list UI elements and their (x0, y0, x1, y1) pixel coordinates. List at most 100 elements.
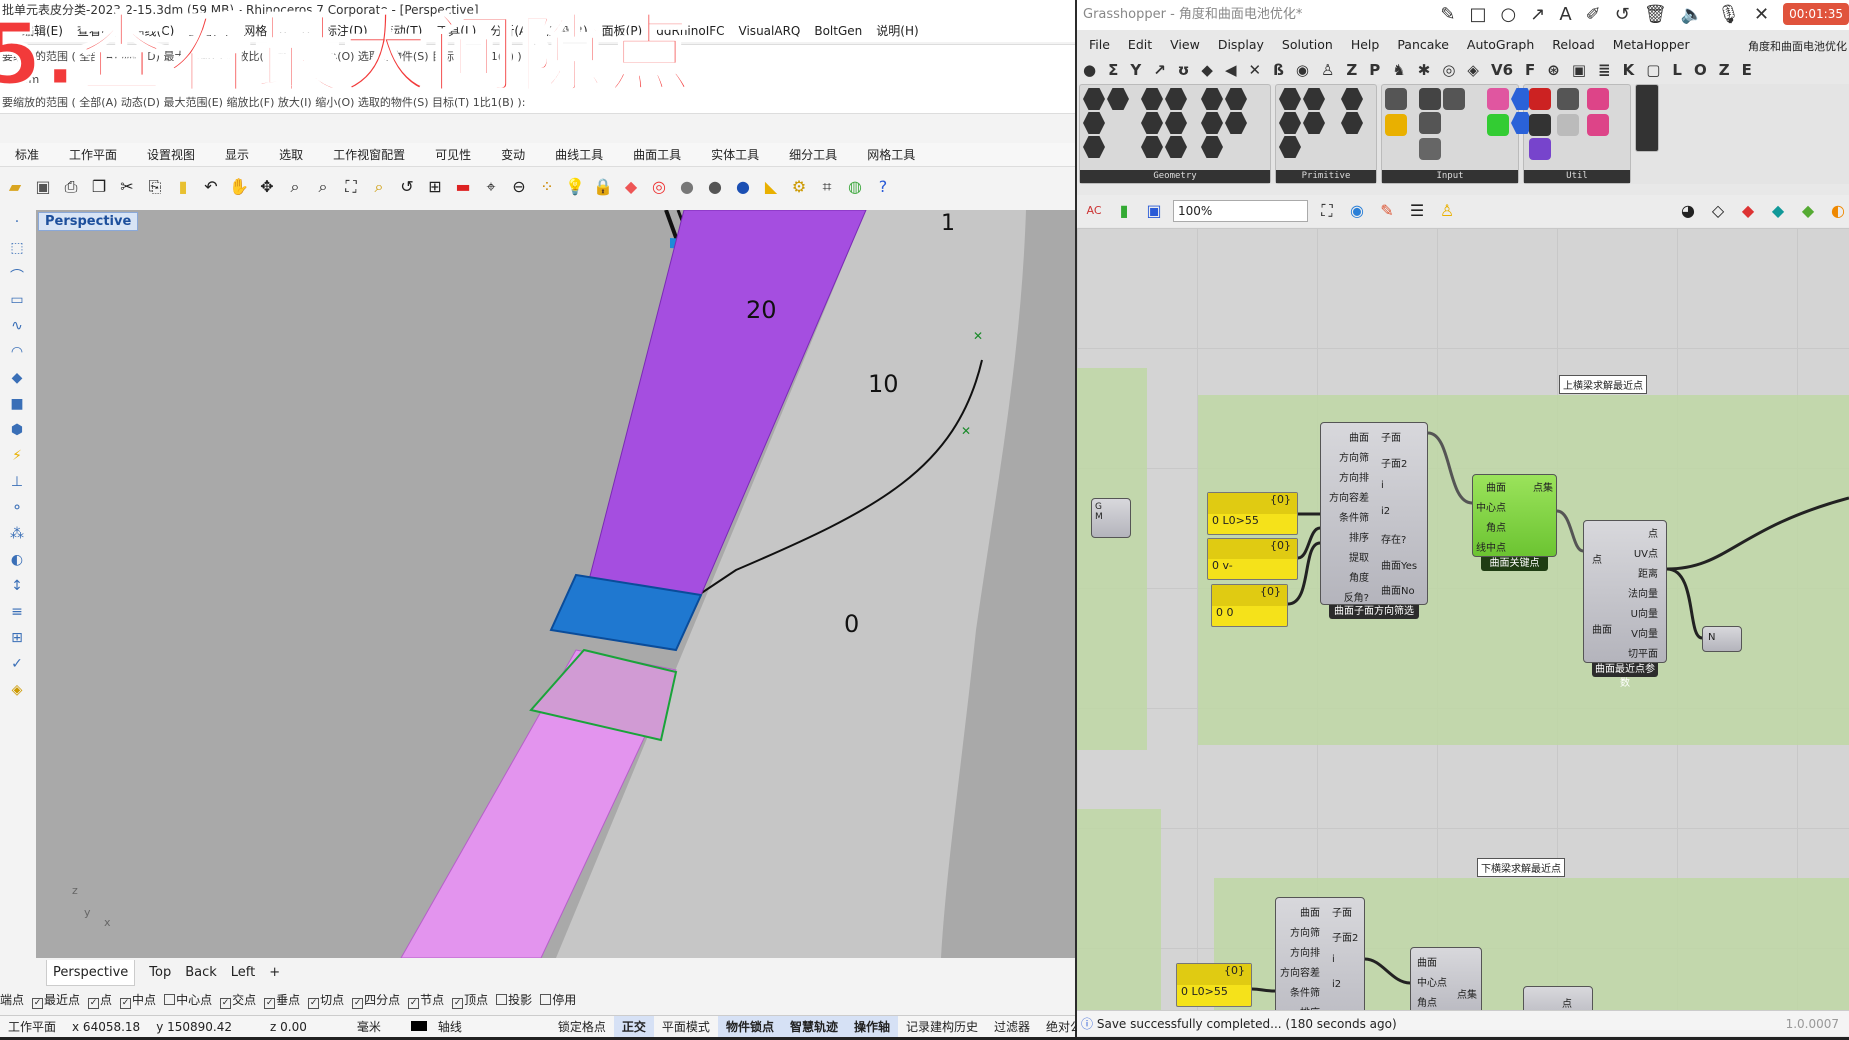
panel-condition-lower[interactable]: {0} 0 L0>55 (1176, 963, 1252, 1007)
output-param[interactable]: i2 (1381, 506, 1390, 517)
bake-icon[interactable]: ♙ (1436, 200, 1458, 222)
input-param[interactable]: 角点 (1486, 519, 1506, 534)
status-toggle[interactable]: 智慧轨迹 (781, 1016, 846, 1037)
input-param[interactable]: 方向容差 (1329, 489, 1369, 504)
rectangle-icon[interactable]: ▭ (7, 292, 27, 312)
help-icon[interactable]: ? (872, 176, 894, 198)
gh-tab[interactable]: O (1694, 58, 1707, 82)
speaker-icon[interactable]: 🔈 (1681, 4, 1703, 25)
output-param[interactable]: 切平面 (1628, 645, 1658, 660)
component-icon[interactable] (1419, 88, 1441, 110)
polyline-icon[interactable]: ⌒ (7, 266, 27, 286)
surface-keypoints-component-lower[interactable]: 曲面 中心点 角点 点集 (1410, 947, 1482, 1010)
checkbox[interactable]: ✓ (220, 998, 232, 1009)
viewport-tab[interactable]: Perspective (46, 960, 136, 986)
checkbox[interactable] (496, 994, 508, 1005)
text-icon[interactable]: ≡ (7, 604, 27, 624)
output-param[interactable]: 点集 (1457, 986, 1477, 1001)
gh-menu-item[interactable]: Pancake (1397, 33, 1449, 57)
gh-tab[interactable]: ♞ (1392, 58, 1405, 82)
input-param[interactable]: 中心点 (1476, 499, 1506, 514)
points-icon[interactable]: ⁘ (536, 176, 558, 198)
checkbox[interactable]: ✓ (264, 998, 276, 1009)
toolbar-tab[interactable]: 可见性 (420, 143, 486, 166)
input-param[interactable]: 曲面 (1592, 621, 1612, 636)
output-param[interactable]: 子面2 (1381, 455, 1407, 470)
copy-icon[interactable]: ⎘ (144, 176, 166, 198)
light-icon[interactable]: 💡 (564, 176, 586, 198)
solid-icon[interactable]: ■ (7, 396, 27, 416)
globe-icon[interactable]: ◍ (844, 176, 866, 198)
curve-icon[interactable]: ∿ (7, 318, 27, 338)
gm-component[interactable]: GM (1091, 498, 1131, 538)
gh-menu-item[interactable]: File (1089, 33, 1110, 57)
toolbar-tab[interactable]: 网格工具 (852, 143, 930, 166)
output-param[interactable]: 点集 (1533, 479, 1553, 494)
gh-tab[interactable]: ● (1083, 58, 1096, 82)
osnap-toggle[interactable]: ✓ 切点 (308, 989, 344, 1011)
status-toggle[interactable]: 平面模式 (654, 1016, 718, 1037)
osnap-toggle[interactable]: ✓ 垂点 (264, 989, 300, 1011)
checkbox[interactable]: ✓ (352, 998, 364, 1009)
component-icon[interactable] (1529, 88, 1551, 110)
paste-icon[interactable]: ▮ (172, 176, 194, 198)
menu-item[interactable]: 说明(H) (876, 20, 918, 42)
checkbox[interactable]: ✓ (120, 998, 132, 1009)
pen-icon[interactable]: ✎ (1440, 4, 1455, 25)
output-param[interactable]: 法向量 (1628, 585, 1658, 600)
gh-tab[interactable]: ◈ (1467, 58, 1479, 82)
surface-keypoints-component[interactable]: 曲面 中心点 角点 线中点 点集 曲面关键点 (1472, 474, 1557, 571)
toolbar-tab[interactable]: 变动 (486, 143, 540, 166)
input-param[interactable]: 条件筛 (1290, 984, 1320, 999)
osnap-toggle[interactable]: ✓ 中点 (120, 989, 156, 1011)
gh-tab[interactable]: Y (1130, 58, 1141, 82)
component-icon[interactable] (1529, 138, 1551, 160)
open-icon[interactable]: ▰ (4, 176, 26, 198)
panel-condition[interactable]: {0} 0 L0>55 (1207, 492, 1298, 535)
gh-tab[interactable]: ◉ (1296, 58, 1309, 82)
output-param[interactable]: V向量 (1631, 625, 1658, 640)
align-icon[interactable]: ☰ (1406, 200, 1428, 222)
checkbox[interactable] (164, 994, 176, 1005)
zoom-extents-icon[interactable]: ⛶ (340, 176, 362, 198)
closest-point-component-lower[interactable]: 点 (1523, 986, 1593, 1010)
trash-icon[interactable]: 🗑 (1644, 4, 1667, 25)
rendered-icon[interactable]: ● (704, 176, 726, 198)
boolean-icon[interactable]: ◐ (7, 552, 27, 572)
gh-tab[interactable]: Z (1719, 58, 1730, 82)
output-param[interactable]: U向量 (1631, 605, 1658, 620)
input-param[interactable]: 提取 (1349, 549, 1369, 564)
gh-menu-item[interactable]: MetaHopper (1613, 33, 1690, 57)
color-icon[interactable]: ◐ (1827, 200, 1849, 222)
gh-tab[interactable]: ≣ (1598, 58, 1611, 82)
gh-tab[interactable]: ▣ (1572, 58, 1586, 82)
four-view-icon[interactable]: ⊞ (424, 176, 446, 198)
gh-tab[interactable]: Σ (1108, 58, 1118, 82)
input-param[interactable]: 角度 (1349, 569, 1369, 584)
array-icon[interactable]: ⁂ (7, 526, 27, 546)
toolbar-tab[interactable]: 实体工具 (696, 143, 774, 166)
surface-subface-filter-component-lower[interactable]: 曲面方向筛方向排方向容差条件筛排序子面子面2ii2 (1275, 897, 1365, 1010)
mesh-settings-icon[interactable]: ◆ (1797, 200, 1819, 222)
panel-value[interactable]: 0 0 (1212, 606, 1287, 619)
zoom-level-select[interactable]: 100% (1173, 200, 1308, 222)
component-icon[interactable] (1557, 114, 1579, 136)
save-icon[interactable]: ▣ (32, 176, 54, 198)
preview-icon[interactable]: ◉ (1346, 200, 1368, 222)
gh-tab[interactable]: K (1623, 58, 1635, 82)
gh-tab[interactable]: P (1369, 58, 1380, 82)
rect-icon[interactable]: □ (1470, 4, 1487, 25)
viewport-title[interactable]: Perspective (38, 212, 139, 231)
input-param[interactable]: 方向筛 (1290, 924, 1320, 939)
input-param[interactable]: 条件筛 (1339, 509, 1369, 524)
gh-tab[interactable]: V6 (1491, 58, 1513, 82)
checkbox[interactable]: ✓ (32, 998, 44, 1009)
input-param[interactable]: 角点 (1417, 994, 1437, 1009)
circle-icon[interactable]: ○ (1501, 4, 1517, 25)
component-icon[interactable] (1557, 88, 1579, 110)
output-param[interactable]: 子面2 (1332, 929, 1358, 944)
units[interactable]: 毫米 (337, 1016, 401, 1037)
display-icon[interactable]: ◆ (1767, 200, 1789, 222)
pan-icon[interactable]: ✋ (228, 176, 250, 198)
output-param[interactable]: 子面 (1332, 904, 1352, 919)
